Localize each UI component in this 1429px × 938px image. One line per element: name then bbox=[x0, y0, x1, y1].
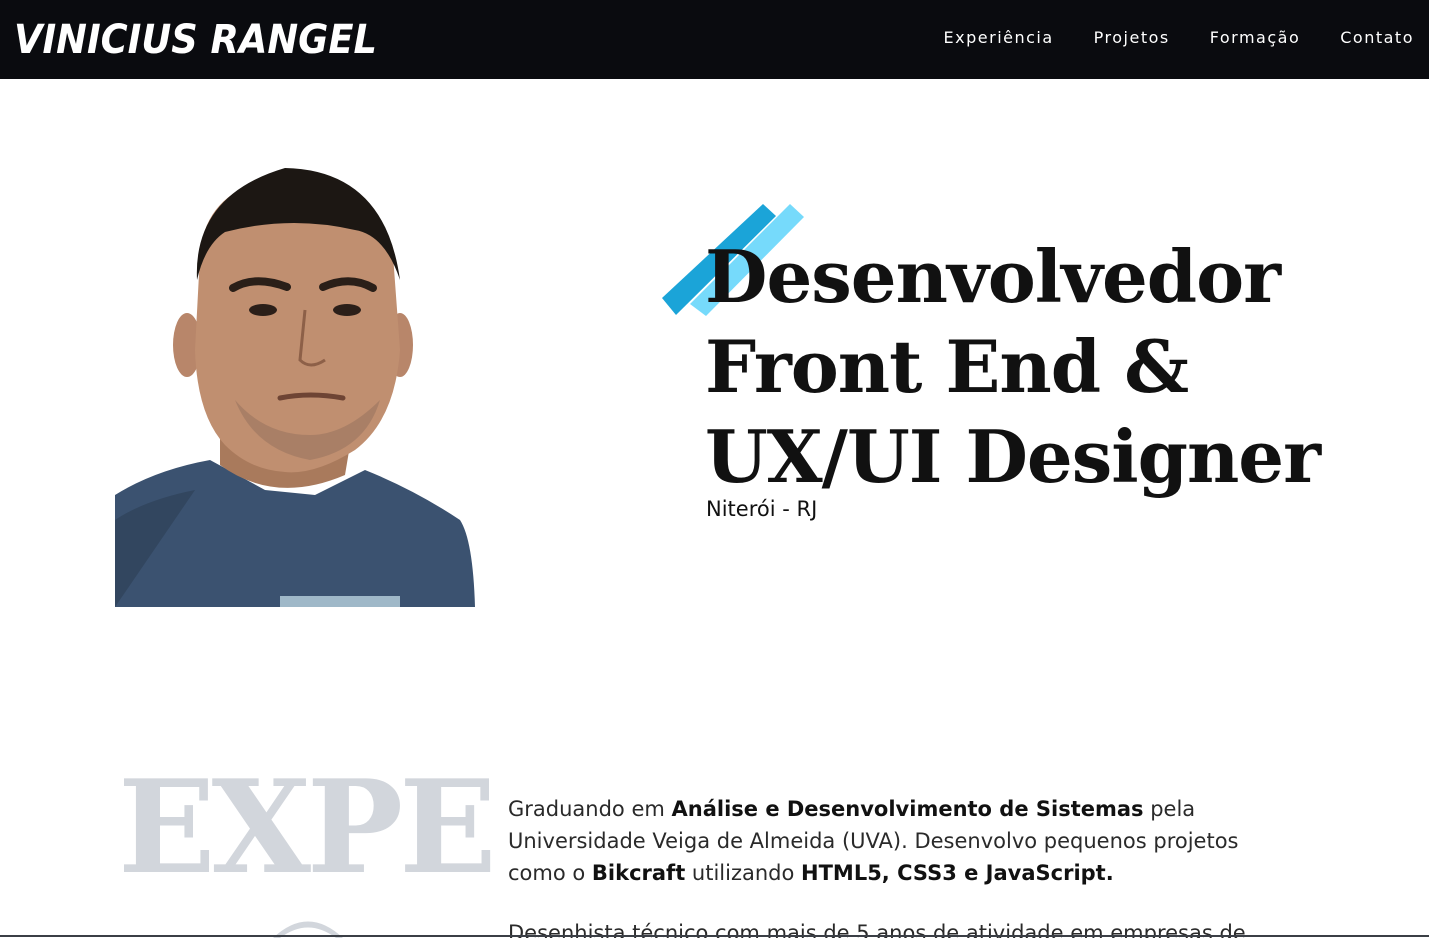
site-header: VINICIUS RANGEL Experiência Projetos For… bbox=[0, 0, 1429, 79]
bio-skills: HTML5, CSS3 e JavaScript bbox=[801, 861, 1106, 885]
hero-title: Desenvolvedor Front End & UX/UI Designer bbox=[705, 232, 1325, 502]
nav-link-formacao[interactable]: Formação bbox=[1210, 29, 1301, 46]
brand-logo[interactable]: VINICIUS RANGEL bbox=[14, 20, 377, 60]
main-nav: Experiência Projetos Formação Contato bbox=[904, 29, 1414, 48]
hero-title-line-1: Desenvolvedor bbox=[705, 234, 1281, 319]
experience-bio: Graduando em Análise e Desenvolvimento d… bbox=[508, 793, 1298, 938]
nav-link-contato[interactable]: Contato bbox=[1340, 29, 1414, 46]
hero-location: Niterói - RJ bbox=[706, 497, 818, 521]
section-watermark: EXPE bbox=[118, 753, 497, 903]
nav-link-experiencia[interactable]: Experiência bbox=[944, 29, 1054, 46]
nav-link-projetos[interactable]: Projetos bbox=[1094, 29, 1170, 46]
hero-title-line-2: Front End & bbox=[705, 324, 1189, 409]
caret-up-icon bbox=[273, 921, 343, 938]
viewport-bottom-divider bbox=[0, 935, 1429, 937]
bio-paragraph-1: Graduando em Análise e Desenvolvimento d… bbox=[508, 797, 1239, 885]
hero-title-line-3: UX/UI Designer bbox=[705, 414, 1321, 499]
bio-project: Bikcraft bbox=[591, 861, 686, 885]
bio-course: Análise e Desenvolvimento de Sistemas bbox=[671, 797, 1144, 821]
profile-photo bbox=[115, 160, 475, 607]
